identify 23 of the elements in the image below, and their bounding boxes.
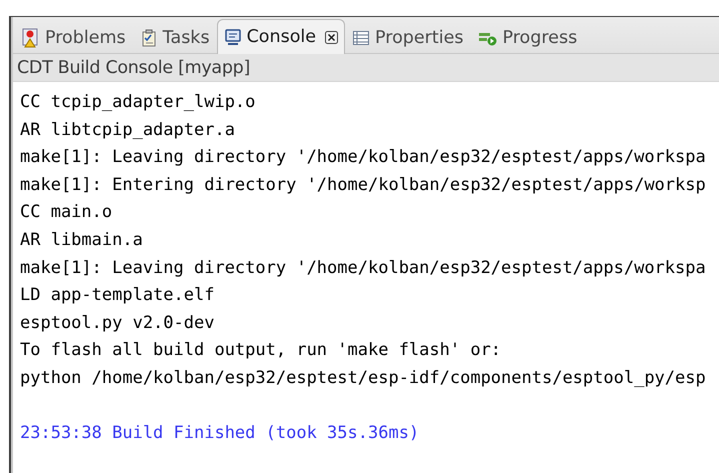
console-line: make[1]: Leaving directory '/home/kolban/esp32/esptest/apps/workspa bbox=[20, 146, 706, 170]
build-status-line: 23:53:38 Build Finished (took 35s.36ms) bbox=[20, 422, 420, 446]
console-line: make[1]: Leaving directory '/home/kolban/esp32/esptest/apps/workspa bbox=[20, 256, 706, 280]
view-tab[interactable]: Progress bbox=[470, 21, 584, 53]
close-icon[interactable] bbox=[325, 30, 338, 44]
console-line: CC tcpip_adapter_lwip.o bbox=[20, 91, 256, 114]
view-tab[interactable]: Console bbox=[216, 19, 346, 54]
console-line: AR libmain.a bbox=[20, 228, 143, 252]
table-icon bbox=[352, 28, 370, 46]
problems-icon bbox=[22, 28, 40, 48]
console-line: LD app-template.elf bbox=[20, 284, 214, 308]
console-line: AR libtcpip_adapter.a bbox=[20, 118, 235, 142]
view-tab[interactable]: Properties bbox=[345, 21, 470, 53]
monitor-icon bbox=[224, 28, 242, 46]
clipboard-icon bbox=[140, 28, 158, 46]
console-line: make[1]: Entering directory '/home/kolban/esp32/esptest/apps/worksp bbox=[20, 174, 706, 197]
console-line: CC main.o bbox=[20, 201, 112, 224]
console-title: CDT Build Console [myapp] bbox=[17, 58, 250, 78]
console-line: To flash all build output, run 'make flash' or: bbox=[20, 339, 502, 362]
console-line: esptool.py v2.0-dev bbox=[20, 312, 214, 335]
console-line: python /home/kolban/esp32/esptest/esp-idf/components/esptool_py/esp bbox=[20, 366, 706, 390]
view-tab[interactable]: Problems bbox=[15, 21, 133, 53]
view-tab[interactable]: Tasks bbox=[132, 21, 217, 53]
